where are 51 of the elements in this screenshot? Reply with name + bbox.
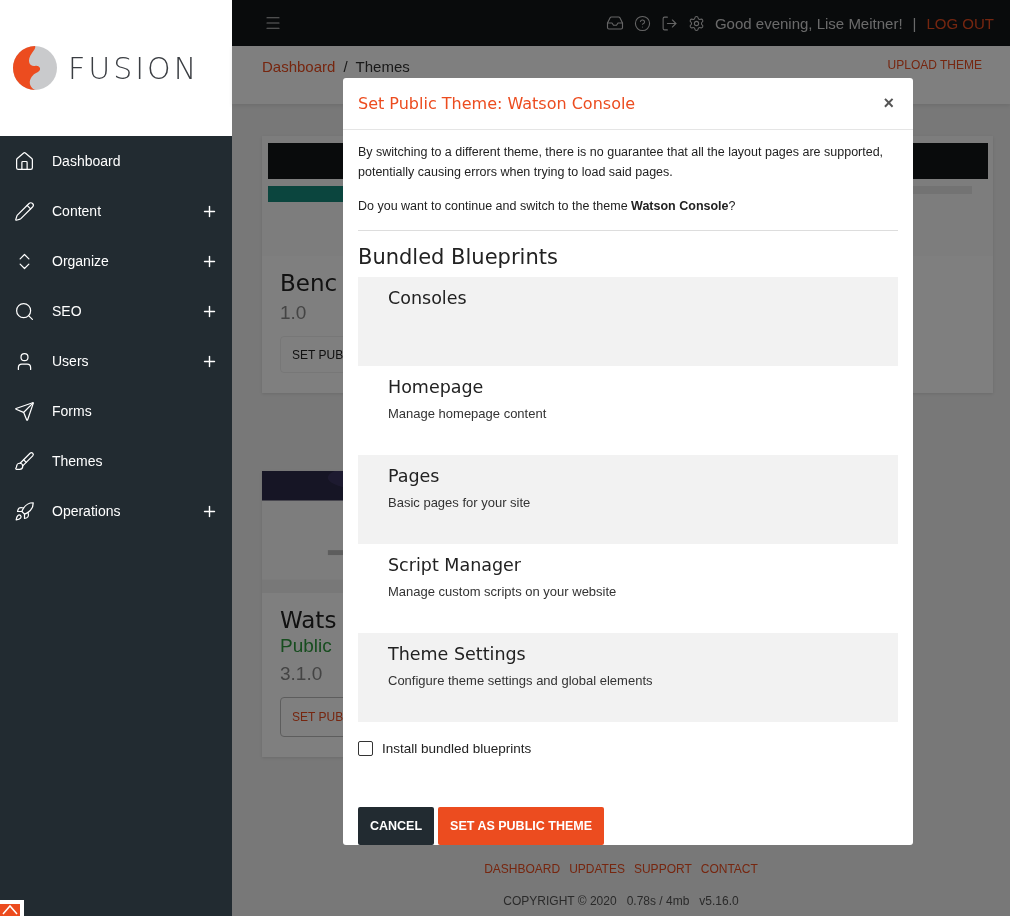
separator: |	[912, 14, 917, 32]
warning-text: By switching to a different theme, there is no guarantee that all the layout pages are supported, potentially causing errors when trying to load said pages.	[358, 144, 885, 181]
blueprint-name: Homepage	[388, 377, 485, 397]
inbox-icon[interactable]	[605, 14, 624, 32]
brand-name: FUSION	[68, 50, 200, 86]
theme-status: Public	[280, 635, 332, 657]
blueprint-description: Basic pages for your site	[388, 495, 532, 510]
dialog-title: Set Public Theme: Watson Console	[358, 94, 637, 113]
blueprint-name: Pages	[388, 466, 441, 486]
blueprint-description: Manage custom scripts on your website	[388, 584, 618, 599]
sidebar-item[interactable]: Dashboard	[0, 136, 232, 186]
close-button[interactable]: ×	[879, 93, 898, 114]
blueprint-description: Manage homepage content	[388, 406, 548, 421]
logo-icon	[12, 45, 58, 91]
breadcrumb-current: Themes	[355, 58, 410, 75]
paper-plane-icon	[14, 400, 35, 422]
help-icon[interactable]	[633, 14, 651, 32]
cancel-button[interactable]: CANCEL	[358, 807, 435, 845]
blueprint-name: Theme Settings	[388, 644, 527, 664]
question-text: Do you want to continue and switch to the theme Watson Console?	[358, 198, 737, 215]
sidebar-item[interactable]: Content	[0, 186, 232, 236]
search-icon	[14, 300, 35, 322]
theme-version: 3.1.0	[280, 663, 323, 685]
sidebar-item[interactable]: Operations	[0, 486, 232, 536]
rocket-icon	[14, 500, 35, 522]
sidebar-item[interactable]: Users	[0, 336, 232, 386]
blueprint-description: Configure theme settings and global elements	[388, 673, 654, 688]
set-public-theme-button[interactable]: SET AS PUBLIC THEME	[438, 807, 604, 845]
sidebar-item[interactable]: Forms	[0, 386, 232, 436]
sidebar-item[interactable]: Themes	[0, 436, 232, 486]
brush-icon	[14, 450, 35, 472]
blueprint-name: Consoles	[388, 288, 468, 308]
greeting: Good evening, Lise Meitner!	[714, 14, 903, 32]
theme-name: Wats	[280, 607, 337, 633]
theme-name: Benc	[280, 270, 338, 296]
home-icon	[14, 150, 35, 172]
blueprint-name: Script Manager	[388, 555, 523, 575]
checkbox[interactable]	[358, 741, 373, 756]
sidebar-item[interactable]: Organize	[0, 236, 232, 286]
copyright: COPYRIGHT © 2020	[503, 894, 617, 908]
timing: 0.78s / 4mb	[626, 894, 690, 908]
sidebar-item[interactable]: SEO	[0, 286, 232, 336]
logo-icon	[0, 902, 20, 916]
section-heading: Bundled Blueprints	[358, 245, 559, 269]
settings-icon[interactable]	[687, 14, 705, 32]
logout-icon[interactable]	[660, 14, 678, 32]
breadcrumb-separator: /	[343, 58, 348, 75]
pencil-icon	[14, 200, 35, 222]
checkbox-label: Install bundled blueprints	[382, 741, 532, 756]
version: v5.16.0	[699, 894, 739, 908]
theme-version: 1.0	[280, 302, 307, 324]
